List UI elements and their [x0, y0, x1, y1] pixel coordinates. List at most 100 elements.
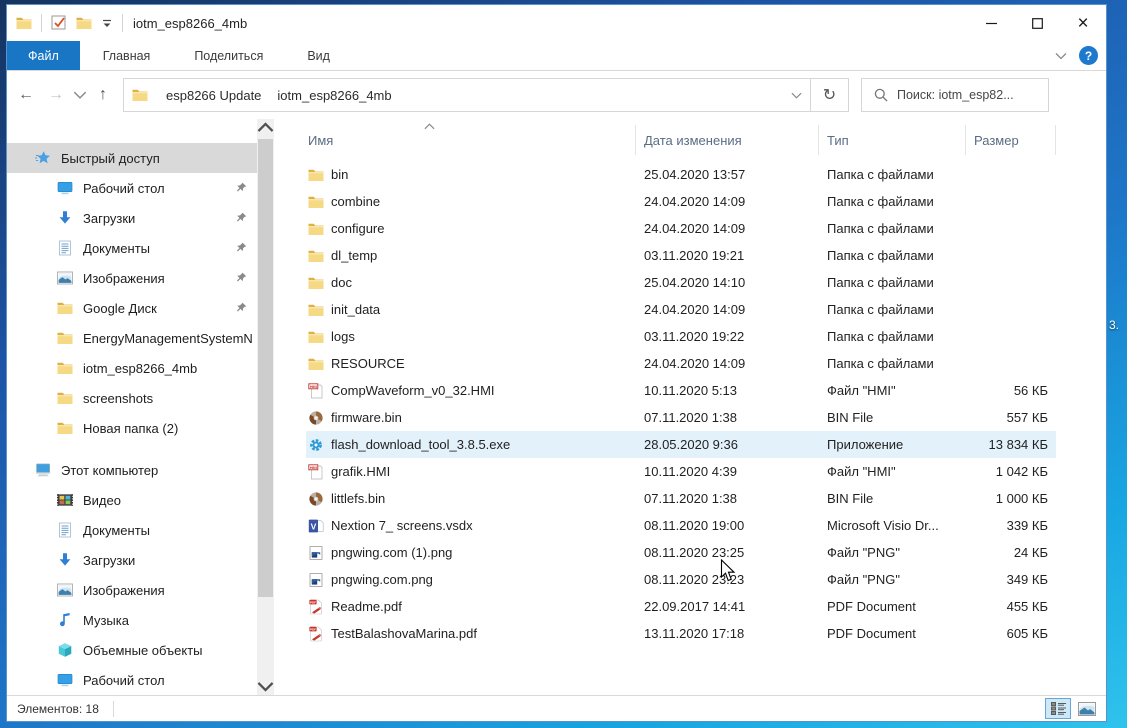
file-row[interactable]: PDFReadme.pdf22.09.2017 14:41PDF Documen… [306, 593, 1056, 620]
address-bar[interactable]: esp8266 Update iotm_esp8266_4mb [123, 78, 811, 112]
file-date: 24.04.2020 14:09 [636, 194, 819, 209]
pin-icon [236, 212, 247, 223]
sidebar-item[interactable]: screenshots [7, 383, 257, 413]
file-row[interactable]: RESOURCE24.04.2020 14:09Папка с файлами [306, 350, 1056, 377]
pictures-icon [57, 582, 73, 598]
column-header[interactable]: Дата изменения [636, 125, 819, 155]
file-type: BIN File [819, 491, 966, 506]
file-row[interactable]: combine24.04.2020 14:09Папка с файлами [306, 188, 1056, 215]
file-name-cell: PDFTestBalashovaMarina.pdf [306, 626, 636, 642]
breadcrumb-segment[interactable]: esp8266 Update [162, 88, 265, 103]
maximize-button[interactable] [1014, 5, 1060, 41]
sidebar-item[interactable]: Загрузки [7, 545, 257, 575]
sidebar-section[interactable]: Быстрый доступ [7, 143, 257, 173]
file-row[interactable]: flash_download_tool_3.8.5.exe28.05.2020 … [306, 431, 1056, 458]
back-button[interactable]: ← [11, 86, 41, 104]
file-date: 10.11.2020 4:39 [636, 464, 819, 479]
details-view-button[interactable] [1045, 698, 1071, 719]
file-row[interactable]: init_data24.04.2020 14:09Папка с файлами [306, 296, 1056, 323]
up-button[interactable]: ↑ [89, 86, 117, 104]
sidebar-item[interactable]: Документы [7, 233, 257, 263]
file-row[interactable]: doc25.04.2020 14:10Папка с файлами [306, 269, 1056, 296]
divider [113, 701, 114, 717]
search-input[interactable] [897, 88, 1027, 102]
scrollbar-thumb[interactable] [258, 139, 273, 597]
sidebar-scrollbar[interactable] [257, 119, 274, 695]
file-name: logs [331, 329, 355, 344]
file-type: Папка с файлами [819, 329, 966, 344]
sidebar-item[interactable]: Рабочий стол [7, 173, 257, 203]
sort-ascending-icon [424, 123, 435, 130]
sidebar-item[interactable]: Новая папка (2) [7, 413, 257, 443]
file-row[interactable]: VNextion 7_ screens.vsdx08.11.2020 19:00… [306, 512, 1056, 539]
sidebar-item-label: Видео [83, 493, 121, 508]
file-row[interactable]: dl_temp03.11.2020 19:21Папка с файлами [306, 242, 1056, 269]
music-icon [57, 612, 73, 628]
downloads-icon [57, 552, 73, 568]
file-row[interactable]: bin25.04.2020 13:57Папка с файлами [306, 161, 1056, 188]
sidebar-item[interactable]: EnergyManagementSystemN [7, 323, 257, 353]
downloads-icon [57, 210, 73, 226]
file-size: 455 КБ [966, 599, 1056, 614]
sidebar-item[interactable]: Музыка [7, 605, 257, 635]
tab-view[interactable]: Вид [286, 41, 351, 70]
column-header[interactable]: Тип [819, 125, 966, 155]
file-name-cell: pngwing.com (1).png [306, 545, 636, 561]
customize-qat-caret-icon[interactable] [101, 17, 113, 29]
folder-icon [308, 329, 324, 345]
desktop-icon-label-fragment: 3. [1109, 318, 1119, 332]
forward-button[interactable]: → [41, 86, 71, 104]
file-row[interactable]: logs03.11.2020 19:22Папка с файлами [306, 323, 1056, 350]
file-row[interactable]: firmware.bin07.11.2020 1:38BIN File557 К… [306, 404, 1056, 431]
properties-checkbox-icon[interactable] [51, 15, 67, 31]
file-date: 25.04.2020 14:10 [636, 275, 819, 290]
address-dropdown-chevron-icon[interactable] [791, 92, 802, 99]
tab-file[interactable]: Файл [7, 41, 80, 70]
sidebar-section[interactable]: Этот компьютер [7, 455, 257, 485]
sidebar-item[interactable]: iotm_esp8266_4mb [7, 353, 257, 383]
tab-home[interactable]: Главная [82, 41, 172, 70]
file-row[interactable]: pngwing.com.png08.11.2020 23:23Файл "PNG… [306, 566, 1056, 593]
sidebar-item[interactable]: Видео [7, 485, 257, 515]
file-row[interactable]: littlefs.bin07.11.2020 1:38BIN File1 000… [306, 485, 1056, 512]
tab-share[interactable]: Поделиться [173, 41, 284, 70]
breadcrumb-segment[interactable]: iotm_esp8266_4mb [273, 88, 395, 103]
refresh-button[interactable]: ↻ [811, 78, 849, 112]
file-name-cell: logs [306, 329, 636, 345]
file-row[interactable]: configure24.04.2020 14:09Папка с файлами [306, 215, 1056, 242]
file-name-cell: bin [306, 167, 636, 183]
file-list: ИмяДата измененияТипРазмер bin25.04.2020… [274, 119, 1106, 695]
items-count: Элементов: 18 [7, 702, 99, 716]
new-folder-icon[interactable] [76, 15, 92, 31]
breadcrumb-chevron-icon [154, 90, 162, 100]
file-row[interactable]: PDFTestBalashovaMarina.pdf13.11.2020 17:… [306, 620, 1056, 647]
thumbnails-view-button[interactable] [1074, 698, 1100, 719]
sidebar-item[interactable]: Google Диск [7, 293, 257, 323]
sidebar-item[interactable]: Объемные объекты [7, 635, 257, 665]
file-size: 557 КБ [966, 410, 1056, 425]
png-file-icon [308, 545, 324, 561]
file-name-cell: RESOURCE [306, 356, 636, 372]
file-row[interactable]: pngwing.com (1).png08.11.2020 23:25Файл … [306, 539, 1056, 566]
column-header[interactable]: Размер [966, 125, 1056, 155]
scroll-down-icon[interactable] [257, 678, 274, 695]
sidebar-item[interactable]: Документы [7, 515, 257, 545]
column-header[interactable]: Имя [306, 125, 636, 155]
close-button[interactable]: × [1060, 5, 1106, 41]
file-row[interactable]: HMIgrafik.HMI10.11.2020 4:39Файл "HMI"1 … [306, 458, 1056, 485]
file-row[interactable]: HMICompWaveform_v0_32.HMI10.11.2020 5:13… [306, 377, 1056, 404]
recent-locations-chevron-icon[interactable] [71, 91, 89, 99]
this-pc-icon [35, 462, 51, 478]
scroll-up-icon[interactable] [257, 119, 274, 136]
sidebar-item[interactable]: Изображения [7, 575, 257, 605]
sidebar-item[interactable]: Рабочий стол [7, 665, 257, 695]
sidebar-item[interactable]: Изображения [7, 263, 257, 293]
minimize-button[interactable] [968, 5, 1014, 41]
quick-access-icon [35, 150, 51, 166]
hmi-file-icon: HMI [308, 464, 324, 480]
sidebar-item[interactable]: Загрузки [7, 203, 257, 233]
help-icon[interactable]: ? [1079, 46, 1098, 65]
file-name: Readme.pdf [331, 599, 402, 614]
expand-ribbon-chevron-icon[interactable] [1055, 52, 1067, 60]
file-name-cell: littlefs.bin [306, 491, 636, 507]
